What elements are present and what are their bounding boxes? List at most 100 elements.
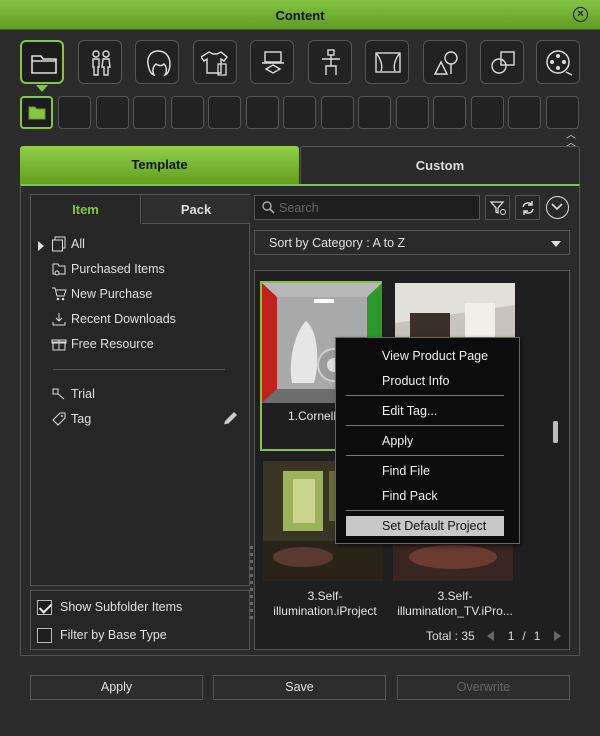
subcategory-slot[interactable] [396,96,429,129]
search-input[interactable] [279,199,474,217]
category-project-folder[interactable] [20,40,64,84]
filter-button[interactable] [485,195,510,220]
folder-icon [31,55,57,74]
menu-item-apply[interactable]: Apply [346,431,504,451]
subcategory-slot[interactable] [433,96,466,129]
subcategory-slot[interactable] [133,96,166,129]
menu-separator [346,425,504,426]
tree-item-free-resource[interactable]: Free Resource [51,335,154,353]
category-props[interactable] [250,40,294,84]
menu-separator [346,395,504,396]
refresh-icon [522,201,534,215]
scrollbar-thumb[interactable] [553,421,558,443]
menu-item-product-info[interactable]: Product Info [346,371,504,391]
main-tabs: Template Custom [20,146,580,184]
refresh-button[interactable] [515,195,540,220]
filter-funnel-icon [489,201,506,215]
tree-item-tag[interactable]: Tag [51,410,91,428]
subcategory-folder[interactable] [20,96,53,129]
gift-icon [51,339,67,351]
pager: Total : 35 1 / 1 [426,628,562,644]
search-box[interactable] [254,195,480,220]
subcategory-slot[interactable] [283,96,316,129]
sort-dropdown[interactable]: Sort by Category : A to Z [254,230,570,255]
tree-item-purchased[interactable]: Purchased Items [51,260,165,278]
library-tree-panel: Item Pack All Purchased Items New Purcha… [30,194,250,586]
page-separator: / [522,629,526,643]
film-reel-icon [546,50,573,76]
expand-arrow-icon[interactable] [38,241,44,251]
avatar-pair-icon [92,50,111,76]
close-icon[interactable]: × [573,7,588,22]
tab-template[interactable]: Template [20,146,299,184]
tab-pack[interactable]: Pack [142,195,250,224]
tree-item-recent-downloads[interactable]: Recent Downloads [51,310,176,328]
subcategory-slot[interactable] [208,96,241,129]
menu-item-find-pack[interactable]: Find Pack [346,486,504,506]
tab-item[interactable]: Item [31,195,141,224]
tree-item-label: All [71,237,85,251]
options-dropdown-button[interactable] [546,196,569,219]
tree-item-new-purchase[interactable]: New Purchase [51,285,152,303]
subcategory-slot[interactable] [246,96,279,129]
category-hair[interactable] [135,40,179,84]
category-media[interactable] [536,40,580,84]
folder-icon [28,106,46,120]
prev-page-icon[interactable] [486,631,494,641]
shapes-icon [491,51,515,74]
trial-icon [52,388,65,400]
next-page-icon[interactable] [554,631,562,641]
category-motion[interactable] [308,40,352,84]
subcategory-slot[interactable] [171,96,204,129]
menu-item-view-product-page[interactable]: View Product Page [346,346,504,366]
subcategory-slot[interactable] [358,96,391,129]
stage-prop-icon [262,51,284,74]
menu-item-find-file[interactable]: Find File [346,461,504,481]
category-scene[interactable] [423,40,467,84]
edit-tag-pencil-icon[interactable] [221,410,239,428]
subcategory-slot[interactable] [321,96,354,129]
category-toolbar [20,40,580,86]
hair-icon [147,50,171,77]
checkbox-checked-icon[interactable] [37,599,52,615]
tree-divider [53,369,225,370]
stack-icon [52,236,66,252]
dropdown-arrow-icon [551,241,561,247]
active-category-indicator [36,85,48,92]
category-stage[interactable] [365,40,409,84]
menu-item-edit-tag[interactable]: Edit Tag... [346,401,504,421]
checkbox-unchecked-icon[interactable] [37,627,52,643]
tree-set-icon [433,51,458,75]
show-subfolder-checkbox[interactable]: Show Subfolder Items [37,598,182,616]
subcategory-slot[interactable] [96,96,129,129]
filter-options: Show Subfolder Items Filter by Base Type [30,590,250,650]
save-button[interactable]: Save [213,675,386,700]
tile-caption: 3.Self- illumination_TV.iPro... [397,589,513,618]
subcategory-slot[interactable] [546,96,579,129]
subcategory-slot[interactable] [471,96,504,129]
tree-item-label: Purchased Items [71,262,165,276]
checkbox-label: Filter by Base Type [60,628,167,642]
apply-button[interactable]: Apply [30,675,203,700]
overwrite-button[interactable]: Overwrite [397,675,570,700]
current-page: 1 [507,629,515,643]
subcategory-toolbar [20,96,580,130]
category-avatar[interactable] [78,40,122,84]
tree-item-label: Recent Downloads [71,312,176,326]
tree-item-label: New Purchase [71,287,153,301]
window-title: Content [275,8,325,23]
tab-custom[interactable]: Custom [300,146,580,184]
subcategory-slot[interactable] [58,96,91,129]
tree-item-trial[interactable]: Trial [51,385,95,403]
filter-base-type-checkbox[interactable]: Filter by Base Type [37,626,167,644]
tree-item-all[interactable]: All [51,235,85,253]
title-bar: Content × [0,0,600,30]
search-icon [262,201,275,214]
category-shapes[interactable] [480,40,524,84]
purchased-folder-icon [52,263,66,276]
menu-item-set-default-project[interactable]: Set Default Project [346,516,504,536]
subcategory-slot[interactable] [508,96,541,129]
category-clothing[interactable] [193,40,237,84]
tile-caption: 3.Self- illumination.iProject [273,589,377,618]
stage-curtain-icon [375,52,401,73]
